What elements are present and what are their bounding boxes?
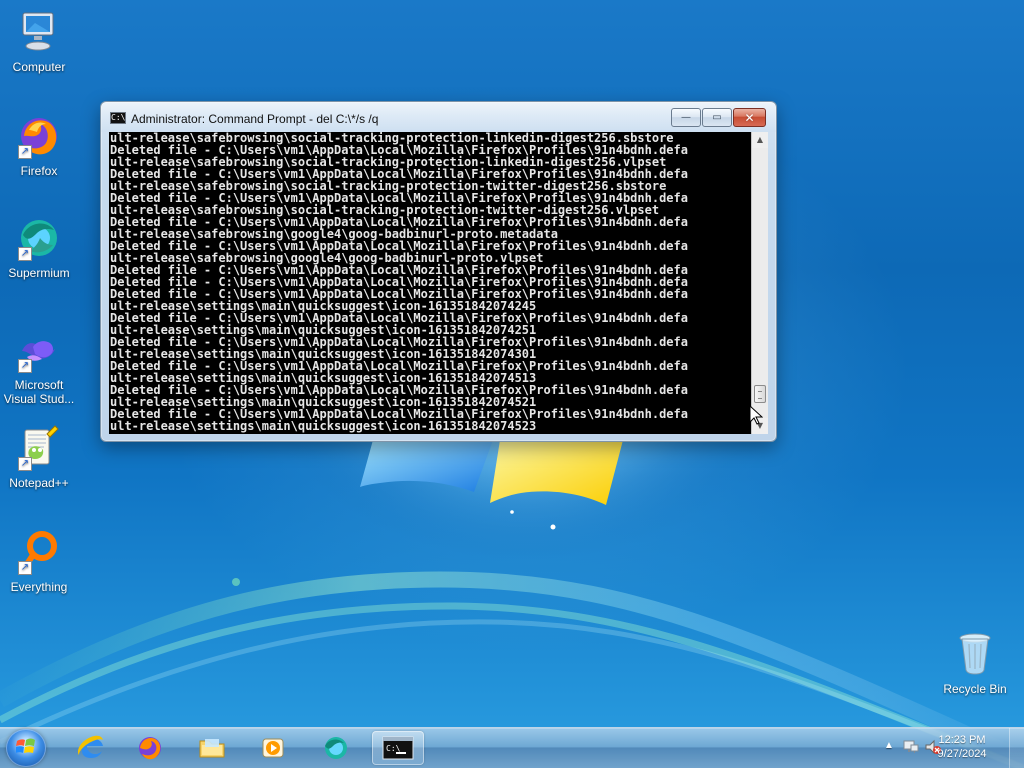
desktop-icon-supermium[interactable]: ↗ Supermium [0,214,78,280]
scroll-up-icon[interactable]: ▲ [752,132,768,148]
start-button[interactable] [6,729,46,767]
desktop-icon-label: Recycle Bin [943,682,1007,696]
windows-logo-icon [16,738,35,753]
command-prompt-icon: C:\ [382,736,414,760]
vertical-scrollbar[interactable]: ▲ ▼ [751,132,768,434]
console-lines: ult-release\safebrowsing\social-tracking… [110,132,750,432]
scroll-thumb[interactable] [754,384,766,403]
taskbar-media-player[interactable] [247,731,299,765]
window-controls: — ▭ ✕ [671,108,766,127]
scroll-down-icon[interactable]: ▼ [752,418,768,434]
clock-date: 9/27/2024 [937,748,987,760]
minimize-icon: — [681,112,691,123]
shortcut-arrow-icon: ↗ [18,359,32,373]
desktop-icon-label: Notepad++ [9,476,69,490]
desktop-icon-notepad-plus-plus[interactable]: ↗ Notepad++ [0,424,78,490]
network-icon[interactable] [902,738,920,756]
show-hidden-icons-icon[interactable]: ▲ [884,740,894,751]
desktop-icon-label: Everything [10,580,68,594]
close-icon: ✕ [744,110,755,125]
command-prompt-window[interactable]: C:\ Administrator: Command Prompt - del … [100,101,777,442]
clock-time: 12:23 PM [938,734,986,746]
shortcut-arrow-icon: ↗ [18,145,32,159]
taskbar: C:\ ▲ 12:23 PM 9/27/2024 [0,727,1024,768]
console-line: ult-release\settings\main\quicksuggest\i… [110,419,537,433]
recycle-bin-icon [951,630,999,678]
window-title: Administrator: Command Prompt - del C:\*… [131,112,379,126]
shortcut-arrow-icon: ↗ [18,247,32,261]
firefox-icon: ↗ [15,112,63,160]
show-desktop-button[interactable] [1009,728,1024,768]
taskbar-file-explorer[interactable] [186,731,238,765]
window-titlebar[interactable]: C:\ Administrator: Command Prompt - del … [101,102,776,132]
maximize-button[interactable]: ▭ [702,108,732,127]
desktop-icon-label: Computer [12,60,66,74]
desktop-icon-firefox[interactable]: ↗ Firefox [0,112,78,178]
desktop-icon-label: Supermium [8,266,70,280]
desktop-icon-label: Microsoft Visual Stud... [3,378,75,406]
shortcut-arrow-icon: ↗ [18,561,32,575]
taskbar-firefox[interactable] [124,731,176,765]
minimize-button[interactable]: — [671,108,701,127]
command-prompt-icon: C:\ [110,112,126,124]
firefox-icon [139,737,161,760]
folder-icon [199,739,225,758]
computer-icon [15,8,63,56]
maximize-icon: ▭ [712,112,722,123]
supermium-icon: ↗ [15,214,63,262]
desktop-icon-computer[interactable]: Computer [0,8,78,74]
system-tray: ▲ 12:23 PM 9/27/2024 [869,728,1024,768]
notepad-plus-plus-icon: ↗ [15,424,63,472]
desktop-icon-everything[interactable]: ↗ Everything [0,528,78,594]
internet-explorer-icon [77,735,103,758]
taskbar-internet-explorer[interactable] [64,731,116,765]
supermium-icon [325,737,347,759]
shortcut-arrow-icon: ↗ [18,457,32,471]
close-button[interactable]: ✕ [733,108,766,127]
system-clock[interactable]: 12:23 PM 9/27/2024 [932,733,992,761]
svg-text:C:\: C:\ [386,744,401,753]
visual-studio-icon: ↗ [15,326,63,374]
everything-icon: ↗ [15,528,63,576]
console-output[interactable]: ult-release\safebrowsing\social-tracking… [109,132,751,434]
taskbar-command-prompt[interactable]: C:\ [372,731,424,765]
desktop-icon-recycle-bin[interactable]: Recycle Bin [936,630,1014,696]
desktop-icon-label: Firefox [20,164,58,178]
desktop-icon-visual-studio[interactable]: ↗ Microsoft Visual Stud... [0,326,78,406]
media-player-icon [262,738,284,758]
taskbar-supermium[interactable] [310,731,362,765]
